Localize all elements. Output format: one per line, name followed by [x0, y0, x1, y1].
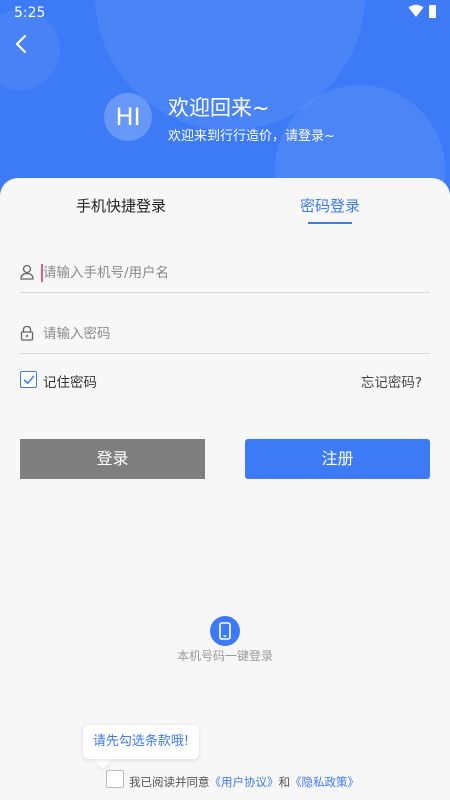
- remember-label: 记住密码: [43, 375, 97, 391]
- active-tab-indicator: [308, 222, 352, 224]
- one-key-login-button[interactable]: [210, 616, 240, 646]
- user-agreement-link[interactable]: 《用户协议》: [210, 775, 279, 789]
- lock-icon: [20, 325, 34, 341]
- wifi-icon: [408, 4, 424, 17]
- status-bar: 5:25: [0, 0, 450, 26]
- tab-password-login[interactable]: 密码登录: [300, 195, 360, 216]
- agreement-checkbox[interactable]: [106, 770, 124, 788]
- one-key-login-label[interactable]: 本机号码一键登录: [0, 647, 450, 664]
- status-time: 5:25: [14, 5, 46, 21]
- register-button[interactable]: 注册: [245, 439, 430, 479]
- login-card: 手机快捷登录 密码登录 记住密码 忘记密码? 登录 注册: [0, 178, 450, 800]
- phone-icon: [219, 622, 231, 640]
- password-field: [20, 314, 430, 354]
- avatar: HI: [104, 93, 152, 141]
- user-icon: [20, 264, 34, 280]
- checkmark-icon: [23, 375, 34, 384]
- agreement-prefix: 我已阅读并同意: [129, 775, 210, 789]
- tab-phone-login[interactable]: 手机快捷登录: [76, 195, 166, 216]
- username-input[interactable]: [43, 259, 423, 287]
- agreement-conjunction: 和: [278, 775, 291, 789]
- welcome-subtitle: 欢迎来到行行造价，请登录~: [168, 129, 335, 144]
- battery-icon: [429, 5, 436, 18]
- agreement-tooltip: 请先勾选条款哦!: [83, 725, 199, 759]
- privacy-policy-link[interactable]: 《隐私政策》: [290, 775, 359, 789]
- forgot-password-link[interactable]: 忘记密码?: [361, 371, 422, 391]
- remember-checkbox[interactable]: [20, 371, 37, 388]
- header-banner: 5:25 HI 欢迎回来~ 欢迎来到行行造价，请登录~: [0, 0, 450, 200]
- back-arrow-icon[interactable]: [12, 34, 32, 54]
- agreement-text: 我已阅读并同意《用户协议》和《隐私政策》: [129, 774, 359, 790]
- username-field: [20, 253, 430, 293]
- password-input[interactable]: [43, 320, 423, 348]
- login-button[interactable]: 登录: [20, 439, 205, 479]
- welcome-title: 欢迎回来~: [168, 96, 270, 120]
